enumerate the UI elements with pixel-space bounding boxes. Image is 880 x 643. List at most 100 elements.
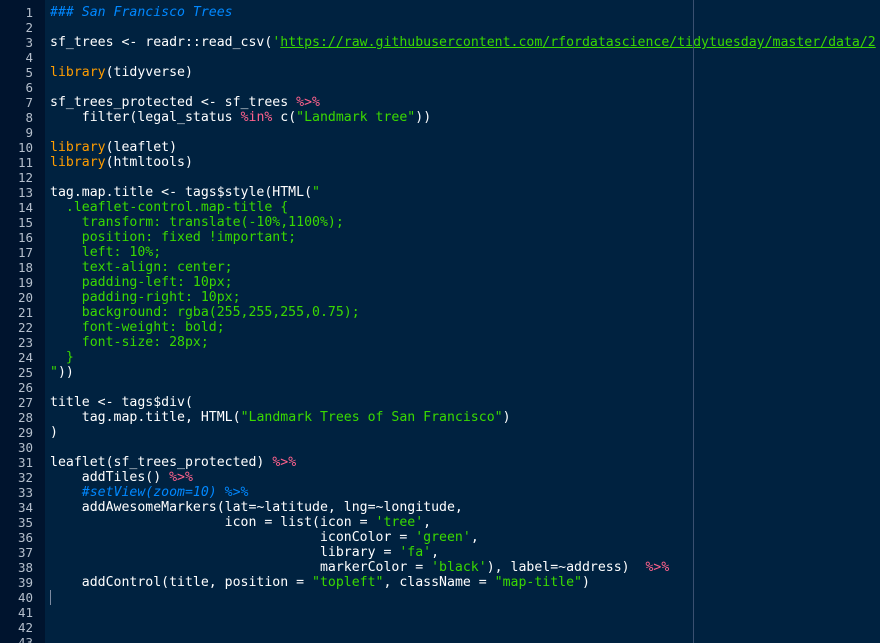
code-token: font-weight: bold; (50, 320, 225, 335)
line-number: 40 (17, 590, 33, 605)
code-line[interactable]: font-weight: bold; (50, 320, 225, 335)
code-token: , (431, 545, 440, 560)
code-token: , className = (383, 575, 495, 590)
code-line[interactable]: library(htmltools) (50, 155, 193, 170)
code-token: 'green' (415, 530, 471, 545)
code-line[interactable]: padding-left: 10px; (50, 275, 233, 290)
code-token: %in% (240, 110, 273, 125)
code-line[interactable]: icon = list(icon = 'tree', (50, 515, 431, 530)
code-line[interactable]: addAwesomeMarkers(lat=~latitude, lng=~lo… (50, 500, 463, 515)
line-number: 23 (17, 335, 33, 350)
line-number-gutter: 1 2 3 4 5 6 7 8 9 10 11 12 13 14 15 16 17 18 19 20 21 22 23 24 2… (0, 0, 45, 643)
line-number: 3 (25, 35, 33, 50)
line-number: 1 (25, 5, 33, 20)
line-number: 9 (25, 125, 33, 140)
line-number: 38 (17, 560, 33, 575)
code-line[interactable]: addTiles() %>% (50, 470, 193, 485)
code-line[interactable]: } (50, 350, 74, 365)
code-line[interactable]: iconColor = 'green', (50, 530, 479, 545)
code-line[interactable]: sf_trees_protected <- sf_trees %>% (50, 95, 320, 110)
code-token: filter(legal_status (50, 110, 241, 125)
line-number: 42 (17, 620, 33, 635)
code-token: addAwesomeMarkers(lat=~latitude, lng=~lo… (50, 500, 463, 515)
code-token: , (423, 515, 432, 530)
code-line[interactable]: filter(legal_status %in% c("Landmark tre… (50, 110, 431, 125)
code-token: 'black' (431, 560, 487, 575)
line-number: 19 (17, 275, 33, 290)
code-line[interactable]: tag.map.title, HTML("Landmark Trees of S… (50, 410, 511, 425)
code-line[interactable]: transform: translate(-10%,1100%); (50, 215, 344, 230)
line-number: 15 (17, 215, 33, 230)
code-line[interactable]: ) (50, 425, 58, 440)
line-number: 21 (17, 305, 33, 320)
code-token: iconColor = (50, 530, 416, 545)
code-token: "Landmark tree" (296, 110, 416, 125)
line-number: 13 (17, 185, 33, 200)
code-line[interactable]: text-align: center; (50, 260, 233, 275)
line-number: 16 (17, 230, 33, 245)
line-number: 26 (17, 380, 33, 395)
code-token: )) (415, 110, 432, 125)
line-number: 24 (17, 350, 33, 365)
line-number: 20 (17, 290, 33, 305)
code-token: %>% (169, 470, 193, 485)
code-token: library = (50, 545, 400, 560)
code-token: (leaflet) (105, 140, 178, 155)
code-token: text-align: center; (50, 260, 233, 275)
code-line[interactable]: title <- tags$div( (50, 395, 193, 410)
code-line[interactable]: library = 'fa', (50, 545, 439, 560)
code-line[interactable]: position: fixed !important; (50, 230, 296, 245)
code-token: leaflet(sf_trees_protected) (50, 455, 273, 470)
line-number: 36 (17, 530, 33, 545)
code-token: %>% (272, 455, 297, 470)
code-token: %>% (645, 560, 670, 575)
code-line[interactable]: leaflet(sf_trees_protected) %>% (50, 455, 296, 470)
code-line[interactable]: addControl(title, position = "topleft", … (50, 575, 590, 590)
code-line[interactable]: ### San Francisco Trees (50, 5, 233, 20)
code-line[interactable]: #setView(zoom=10) %>% (50, 485, 249, 500)
code-line[interactable]: .leaflet-control.map-title { (50, 200, 288, 215)
code-line[interactable]: tag.map.title <- tags$style(HTML(" (50, 185, 320, 200)
code-line[interactable]: library(leaflet) (50, 140, 177, 155)
line-number: 18 (17, 260, 33, 275)
code-token: background: rgba(255,255,255,0.75); (50, 305, 360, 320)
code-token: tag.map.title <- tags$style(HTML( (50, 185, 313, 200)
code-token: " (312, 185, 320, 200)
code-line[interactable]: left: 10%; (50, 245, 161, 260)
code-line[interactable]: ")) (50, 365, 74, 380)
code-token: "map-title" (494, 575, 582, 590)
code-token: %>% (296, 95, 320, 110)
code-token: (tidyverse) (105, 65, 193, 80)
line-number: 37 (17, 545, 33, 560)
line-number: 28 (17, 410, 33, 425)
code-token: library (50, 140, 106, 155)
code-token: "Landmark Trees of San Francisco" (240, 410, 503, 425)
code-line[interactable]: sf_trees <- readr::read_csv('https://raw… (50, 35, 876, 50)
code-line[interactable]: markerColor = 'black'), label=~address) … (50, 560, 669, 575)
code-token: " (50, 365, 58, 380)
code-token: title <- tags$div( (50, 395, 193, 410)
code-token: } (50, 350, 74, 365)
code-area[interactable]: ### San Francisco Trees sf_trees <- readr… (50, 0, 880, 643)
line-number: 17 (17, 245, 33, 260)
line-number: 7 (25, 95, 33, 110)
code-token: 'tree' (375, 515, 424, 530)
code-token: position: fixed !important; (50, 230, 297, 245)
code-token: 'fa' (399, 545, 432, 560)
line-number: 34 (17, 500, 33, 515)
code-line[interactable]: font-size: 28px; (50, 335, 209, 350)
code-editor[interactable]: 1 2 3 4 5 6 7 8 9 10 11 12 13 14 15 16 17 18 19 20 21 22 23 24 2… (0, 0, 880, 643)
code-token: padding-right: 10px; (50, 290, 241, 305)
code-token: sf_trees_protected <- sf_trees (50, 95, 297, 110)
code-line[interactable]: background: rgba(255,255,255,0.75); (50, 305, 360, 320)
code-token: ) (581, 575, 590, 590)
code-token: font-size: 28px; (50, 335, 209, 350)
line-number: 41 (17, 605, 33, 620)
line-number: 27 (17, 395, 33, 410)
line-number: 32 (17, 470, 33, 485)
code-line[interactable]: library(tidyverse) (50, 65, 193, 80)
line-number: 5 (25, 65, 33, 80)
line-number: 8 (25, 110, 33, 125)
code-token: ) (502, 410, 511, 425)
code-line[interactable]: padding-right: 10px; (50, 290, 241, 305)
